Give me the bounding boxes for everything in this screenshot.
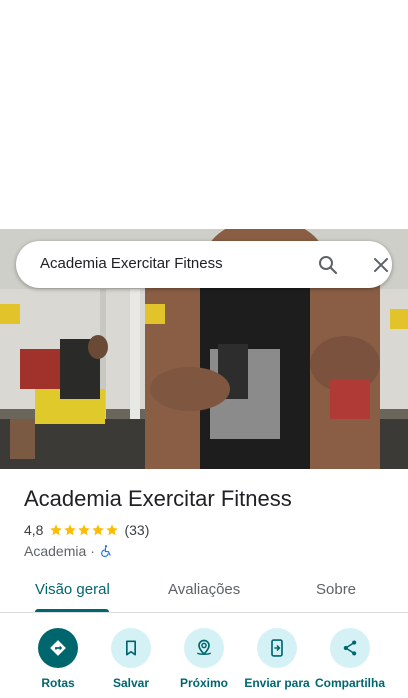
action-bar: Rotas Salvar Próximo Enviar para Compart… [0, 614, 408, 698]
tab-reviews[interactable]: Avaliações [168, 581, 240, 598]
star-rating [49, 523, 119, 537]
share-button[interactable]: Compartilha [310, 628, 390, 690]
nearby-button[interactable]: Próximo [164, 628, 244, 690]
category-row: Academia · [24, 542, 113, 560]
star-icon [106, 524, 119, 536]
send-to-phone-label: Enviar para [244, 676, 310, 690]
tab-about[interactable]: Sobre [316, 581, 356, 598]
rating-row[interactable]: 4,8 (33) [24, 521, 149, 539]
map-blank-area [0, 0, 408, 229]
review-count: (33) [124, 522, 150, 538]
send-to-phone-button[interactable]: Enviar para [237, 628, 317, 690]
nearby-icon [184, 628, 224, 668]
share-label: Compartilha [314, 676, 385, 690]
directions-label: Rotas [41, 676, 75, 690]
wheelchair-accessible-icon [101, 545, 111, 558]
search-bar[interactable]: Academia Exercitar Fitness [16, 241, 392, 288]
star-icon [64, 524, 77, 536]
share-icon [330, 628, 370, 668]
active-tab-indicator [35, 609, 109, 612]
directions-icon [38, 628, 78, 668]
tab-bar: Visão geral Avaliações Sobre [0, 568, 408, 613]
search-query-text[interactable]: Academia Exercitar Fitness [40, 255, 223, 272]
send-to-phone-icon [257, 628, 297, 668]
place-title: Academia Exercitar Fitness [24, 486, 292, 511]
bookmark-icon [111, 628, 151, 668]
search-icon[interactable] [316, 253, 340, 277]
star-icon [92, 524, 105, 536]
rating-value: 4,8 [24, 522, 44, 538]
category-label: Academia [24, 543, 87, 559]
tab-overview[interactable]: Visão geral [35, 581, 110, 598]
directions-button[interactable]: Rotas [18, 628, 98, 690]
nearby-label: Próximo [179, 676, 228, 690]
star-icon [50, 524, 63, 536]
close-icon[interactable] [369, 253, 393, 277]
star-icon [78, 524, 91, 536]
separator-dot: · [90, 543, 95, 559]
save-label: Salvar [112, 676, 150, 690]
save-button[interactable]: Salvar [91, 628, 171, 690]
